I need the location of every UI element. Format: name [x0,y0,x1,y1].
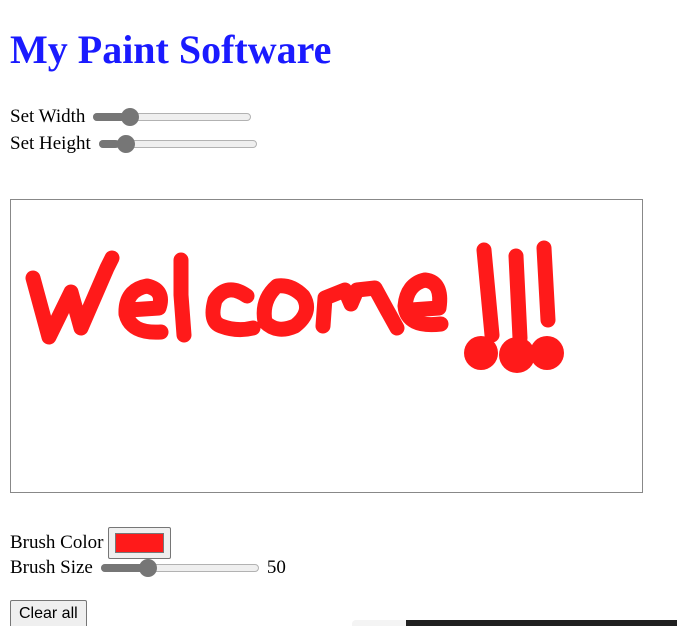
paint-canvas[interactable] [10,199,643,493]
welcome-strokes [25,240,556,346]
welcome-drawing [25,240,564,373]
page-title: My Paint Software [10,27,332,72]
width-slider[interactable] [93,107,252,127]
taskbar-edge [352,620,406,626]
width-label: Set Width [10,106,86,127]
width-slider-fill [93,113,126,121]
taskbar-strip [406,620,677,626]
width-control: Set Width [10,106,252,128]
width-slider-thumb[interactable] [121,108,140,126]
brush-color-swatch [115,533,165,553]
height-slider[interactable] [98,134,257,154]
brush-size-control: Brush Size 50 [10,557,286,579]
brush-size-slider-fill [100,564,144,572]
brush-color-control: Brush Color [10,527,172,559]
clear-all-button[interactable]: Clear all [10,600,87,626]
height-control: Set Height [10,133,257,155]
height-slider-thumb[interactable] [116,135,135,153]
brush-size-value: 50 [266,557,286,578]
brush-size-slider-thumb[interactable] [138,559,157,577]
brush-size-label: Brush Size [10,557,93,578]
brush-color-picker[interactable] [108,527,172,559]
height-label: Set Height [10,133,91,154]
brush-color-label: Brush Color [10,532,104,553]
brush-size-slider[interactable] [100,558,259,578]
exclamation-dots [464,336,564,373]
